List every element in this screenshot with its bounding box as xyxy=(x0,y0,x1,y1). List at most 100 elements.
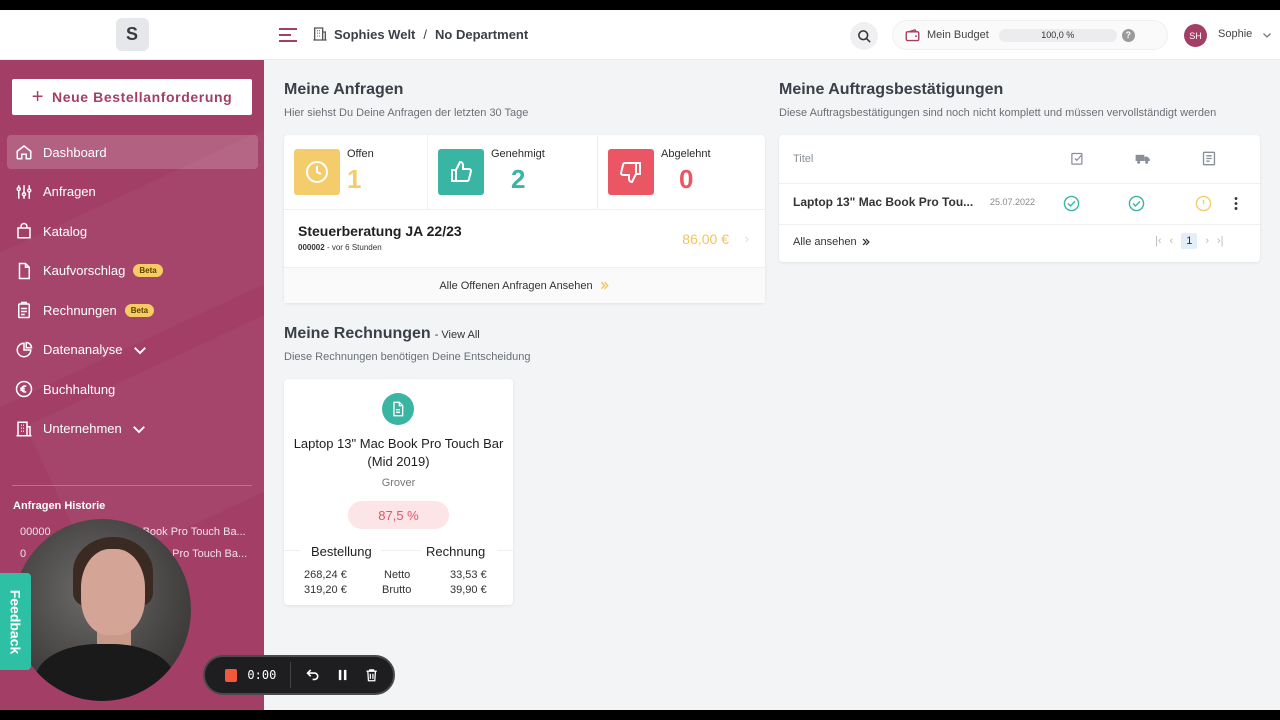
invoice-col-invoice: Rechnung xyxy=(426,544,486,559)
history-item-title: Book Pro Touch Ba... xyxy=(142,526,246,538)
pagination: |‹ ‹ 1 › ›| xyxy=(1155,233,1224,249)
sidebar-item-label: Dashboard xyxy=(43,144,107,160)
clock-icon xyxy=(306,161,328,183)
history-title: Anfragen Historie xyxy=(13,500,106,512)
sidebar-item-label: Katalog xyxy=(43,223,88,239)
requests-subtitle: Hier siehst Du Deine Anfragen der letzte… xyxy=(284,107,529,119)
stat-rejected[interactable]: Abgelehnt 0 xyxy=(608,135,765,209)
sidebar-item-label: Anfragen xyxy=(43,184,96,199)
menu-icon[interactable] xyxy=(278,26,298,44)
home-icon xyxy=(16,145,32,160)
plus-icon: + xyxy=(31,86,44,108)
stat-open[interactable]: Offen 1 xyxy=(294,135,427,209)
building-icon xyxy=(313,27,327,41)
stat-approved-value: 2 xyxy=(511,164,526,194)
history-item-title: Pro Touch Ba... xyxy=(172,548,248,560)
budget-widget[interactable]: Mein Budget 100,0 % ? xyxy=(892,20,1168,50)
sidebar-item-anfragen[interactable]: Anfragen xyxy=(7,175,258,209)
invoices-header: Meine Rechnungen - View All xyxy=(284,325,480,343)
page-number[interactable]: 1 xyxy=(1181,233,1198,249)
document-icon xyxy=(18,262,30,279)
euro-icon xyxy=(15,380,33,398)
beta-badge: Beta xyxy=(124,303,155,317)
request-amount: 86,00 € xyxy=(682,231,729,247)
stat-approved[interactable]: Genehmigt 2 xyxy=(438,135,597,209)
shopping-bag-icon xyxy=(17,222,31,239)
breadcrumb-department[interactable]: No Department xyxy=(435,27,528,42)
see-all-link[interactable]: Alle ansehen xyxy=(793,236,871,248)
sidebar-item-dashboard[interactable]: Dashboard xyxy=(7,135,258,169)
sidebar-item-kaufvorschlag[interactable]: Kaufvorschlag Beta xyxy=(7,254,258,288)
invoices-view-all-link[interactable]: - View All xyxy=(435,329,480,341)
search-button[interactable] xyxy=(850,22,878,50)
undo-icon[interactable] xyxy=(305,667,320,683)
order-brutto: 319,20 € xyxy=(304,584,347,596)
stat-rejected-tile xyxy=(608,149,654,195)
sidebar-item-datenanalyse[interactable]: Datenanalyse xyxy=(7,333,258,367)
history-item-id: 00000 xyxy=(20,526,51,538)
sidebar-divider xyxy=(12,485,252,486)
request-age: - vor 6 Stunden xyxy=(326,243,382,252)
view-open-requests-label: Alle Offenen Anfragen Ansehen xyxy=(439,279,593,292)
clipboard-icon xyxy=(18,301,30,319)
confirmation-row-date: 25.07.2022 xyxy=(990,197,1036,207)
prev-page-icon[interactable]: ‹ xyxy=(1170,235,1174,247)
stat-open-tile xyxy=(294,149,340,195)
help-icon[interactable]: ? xyxy=(1121,28,1135,42)
breadcrumb: Sophies Welt / No Department xyxy=(312,26,528,42)
confirmations-title: Meine Auftragsbestätigungen xyxy=(779,81,1004,98)
avatar[interactable]: SH xyxy=(1184,24,1207,47)
more-vertical-icon[interactable] xyxy=(1229,195,1243,212)
stat-approved-label: Genehmigt xyxy=(491,148,545,160)
last-page-icon[interactable]: ›| xyxy=(1217,235,1224,247)
chevron-down-icon[interactable] xyxy=(130,420,148,438)
trash-icon[interactable] xyxy=(364,667,379,683)
sidebar-item-label: Buchhaltung xyxy=(43,381,116,397)
document-icon xyxy=(393,401,404,417)
warning-circle-icon xyxy=(1195,195,1212,212)
invoice-icon-circle xyxy=(382,393,414,425)
logo-area: S xyxy=(0,10,264,60)
app-logo[interactable]: S xyxy=(115,18,149,51)
double-chevron-right-icon xyxy=(862,238,870,246)
pause-icon[interactable] xyxy=(335,667,350,683)
view-open-requests-link[interactable]: Alle Offenen Anfragen Ansehen xyxy=(284,267,765,303)
chevron-right-icon: › xyxy=(744,231,749,246)
feedback-tab[interactable]: Feedback xyxy=(0,573,31,670)
request-title: Steuerberatung JA 22/23 xyxy=(298,223,462,239)
check-circle-icon xyxy=(1063,195,1080,212)
invoice-brutto: 39,90 € xyxy=(450,584,487,596)
stat-open-label: Offen xyxy=(347,148,374,160)
check-circle-icon xyxy=(1128,195,1145,212)
invoice-card[interactable]: Laptop 13" Mac Book Pro Touch Bar (Mid 2… xyxy=(284,379,513,605)
sidebar-item-rechnungen[interactable]: Rechnungen Beta xyxy=(7,293,258,327)
first-page-icon[interactable]: |‹ xyxy=(1155,235,1162,247)
invoice-vendor: Grover xyxy=(381,477,416,489)
new-order-request-button[interactable]: + Neue Bestellanforderung xyxy=(12,79,252,115)
sidebar-item-label: Kaufvorschlag xyxy=(43,263,126,278)
top-bar: Sophies Welt / No Department Mein Budget… xyxy=(264,10,1280,60)
brutto-label: Brutto xyxy=(382,584,412,596)
webcam-overlay xyxy=(13,519,191,701)
search-icon xyxy=(857,29,871,43)
breadcrumb-company[interactable]: Sophies Welt xyxy=(334,27,415,42)
chevron-down-icon[interactable] xyxy=(131,341,149,359)
request-id: 000002 xyxy=(298,243,325,252)
sidebar-item-buchhaltung[interactable]: Buchhaltung xyxy=(7,372,258,406)
building-icon xyxy=(16,421,32,436)
sidebar-item-katalog[interactable]: Katalog xyxy=(7,214,258,248)
feedback-label: Feedback xyxy=(7,589,24,654)
sidebar-item-unternehmen[interactable]: Unternehmen xyxy=(7,412,258,446)
confirmations-subtitle: Diese Auftragsbestätigungen sind noch ni… xyxy=(779,107,1217,119)
next-page-icon[interactable]: › xyxy=(1205,235,1209,247)
sidebar-item-label: Unternehmen xyxy=(43,421,122,436)
breadcrumb-separator: / xyxy=(423,26,428,42)
invoice-title: Laptop 13" Mac Book Pro Touch Bar (Mid 2… xyxy=(293,436,504,469)
truck-icon xyxy=(1135,154,1150,164)
user-name[interactable]: Sophie xyxy=(1218,28,1252,40)
invoice-percent-badge: 87,5 % xyxy=(348,501,449,529)
stop-record-icon[interactable] xyxy=(225,668,238,682)
invoices-subtitle: Diese Rechnungen benötigen Deine Entsche… xyxy=(284,351,531,363)
stat-approved-tile xyxy=(438,149,484,195)
chevron-down-icon[interactable] xyxy=(1261,29,1273,41)
